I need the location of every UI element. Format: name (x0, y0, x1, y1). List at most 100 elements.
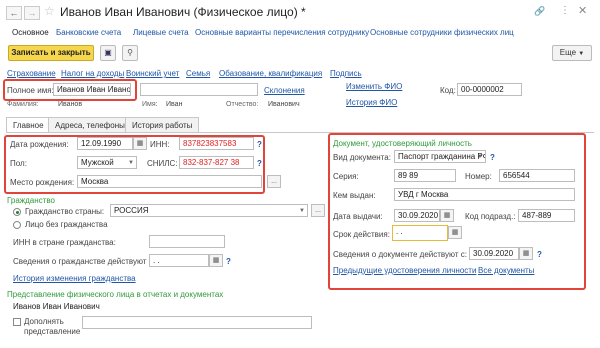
tab-payment-options[interactable]: Основные варианты перечисления сотрудник… (195, 28, 369, 37)
patronymic-value: Иванович (268, 101, 300, 108)
tab-main-employees[interactable]: Основные сотрудники физических лиц (370, 28, 514, 37)
calendar-icon: ▦ (136, 140, 144, 147)
more-actions-button[interactable]: Еще ▼ (552, 45, 592, 61)
series-input[interactable]: 89 89 (394, 169, 456, 182)
snils-help[interactable]: ? (257, 159, 262, 168)
close-button[interactable]: ✕ (578, 4, 587, 17)
issue-date-calendar-button[interactable]: ▦ (440, 209, 454, 222)
full-name-input[interactable]: Иванов Иван Иванович (53, 83, 131, 96)
full-name-field-ext[interactable] (140, 83, 258, 96)
expiry-input[interactable]: . . (392, 225, 448, 241)
citizenship-help[interactable]: ? (226, 257, 231, 266)
inn-foreign-label: ИНН в стране гражданства: (13, 238, 116, 247)
birthplace-select-button[interactable]: ... (267, 175, 281, 188)
inn-foreign-input[interactable] (149, 235, 225, 248)
inn-input[interactable]: 837823837583 (179, 137, 254, 150)
doc-type-select[interactable]: Паспорт гражданина РФ ▼ (394, 150, 486, 163)
birthplace-label: Место рождения: (10, 178, 75, 187)
link-signature[interactable]: Подпись (330, 69, 362, 78)
doc-type-help[interactable]: ? (490, 153, 495, 162)
extend-representation-label-2: представление (24, 327, 81, 336)
division-label: Код подразд.: (465, 212, 516, 221)
link-family[interactable]: Семья (186, 69, 210, 78)
forward-button[interactable]: → (24, 6, 40, 20)
inn-label: ИНН: (150, 140, 170, 149)
sex-label: Пол: (10, 159, 27, 168)
citizenship-title: Гражданство (7, 196, 55, 205)
more-icon: ⋮ (560, 5, 570, 16)
star-icon: ☆ (44, 4, 55, 18)
link-button[interactable]: 🔗 (534, 6, 545, 17)
snils-input[interactable]: 832-837-827 38 (179, 156, 254, 169)
link-education[interactable]: Обазование, квалификация (219, 69, 322, 78)
representation-input[interactable] (82, 316, 312, 329)
birth-date-input[interactable]: 12.09.1990 (77, 137, 133, 150)
tab-main[interactable]: Основное (12, 28, 49, 37)
surname-label: Фамилия: (7, 101, 39, 108)
extend-representation-label-1: Дополнять (24, 317, 64, 326)
name-value: Иван (166, 101, 183, 108)
extend-representation-checkbox[interactable] (13, 318, 21, 326)
arrow-left-icon: ← (9, 8, 19, 18)
more-button[interactable]: ⋮ (560, 5, 570, 16)
division-input[interactable]: 487-889 (518, 209, 575, 222)
code-label: Код: (440, 86, 456, 95)
link-military[interactable]: Воинский учет (126, 69, 179, 78)
favorite-button[interactable]: ☆ (44, 4, 55, 18)
citizenship-valid-input[interactable]: . . (149, 254, 209, 267)
page-title: Иванов Иван Иванович (Физическое лицо) * (60, 5, 306, 19)
birth-date-label: Дата рождения: (10, 140, 69, 149)
close-icon: ✕ (578, 5, 588, 17)
form-tab-main[interactable]: Главное (6, 117, 51, 132)
expiry-calendar-button[interactable]: ▦ (448, 226, 462, 239)
doc-valid-help[interactable]: ? (537, 250, 542, 259)
calendar-button[interactable]: ▦ (133, 137, 147, 150)
citizenship-country-radio[interactable] (13, 208, 21, 216)
code-input[interactable]: 00-0000002 (457, 83, 522, 96)
name-label: Имя: (142, 101, 158, 108)
link-insurance[interactable]: Страхование (7, 69, 56, 78)
series-label: Серия: (333, 172, 359, 181)
form-tab-work-history[interactable]: История работы (125, 117, 200, 132)
full-name-label: Полное имя: (7, 86, 54, 95)
doc-valid-calendar-button[interactable]: ▦ (519, 247, 533, 260)
citizenship-select-button[interactable]: ... (311, 204, 325, 217)
citizenship-history-link[interactable]: История изменения гражданства (13, 274, 136, 283)
stateless-radio[interactable] (13, 221, 21, 229)
issue-date-input[interactable]: 30.09.2020 (394, 209, 440, 222)
attach-button[interactable]: ⚲ (122, 45, 138, 61)
link-icon: 🔗 (534, 6, 546, 16)
save-close-button[interactable]: Записать и закрыть (8, 45, 94, 61)
snils-label: СНИЛС: (147, 159, 178, 168)
back-button[interactable]: ← (6, 6, 22, 20)
inn-help[interactable]: ? (257, 140, 262, 149)
issuer-input[interactable]: УВД г Москва (394, 188, 575, 201)
prev-docs-link[interactable]: Предыдущие удостоверения личности (333, 266, 476, 275)
link-income-tax[interactable]: Налог на доходы (61, 69, 124, 78)
doc-type-value: Паспорт гражданина РФ (398, 152, 486, 161)
declension-link[interactable]: Склонения (264, 86, 305, 95)
dropdown-arrow-icon: ▼ (128, 160, 134, 166)
birthplace-input[interactable]: Москва (77, 175, 262, 188)
doc-valid-label: Сведения о документе действуют с: (333, 250, 467, 259)
citizenship-country-label: Гражданство страны: (25, 207, 105, 216)
history-fio-link[interactable]: История ФИО (346, 98, 397, 107)
change-fio-link[interactable]: Изменить ФИО (346, 82, 402, 91)
citizenship-calendar-button[interactable]: ▦ (209, 254, 223, 267)
dropdown-arrow-icon: ▼ (477, 154, 483, 160)
save-button[interactable]: ▣ (100, 45, 116, 61)
floppy-icon: ▣ (104, 48, 112, 57)
doc-valid-input[interactable]: 30.09.2020 (469, 247, 519, 260)
form-tab-addresses[interactable]: Адреса, телефоны (48, 117, 132, 132)
dropdown-arrow-icon: ▼ (299, 208, 305, 214)
arrow-right-icon: → (27, 8, 37, 18)
tab-personal-accounts[interactable]: Лицевые счета (133, 28, 189, 37)
sex-select-value: Мужской (81, 158, 114, 167)
top-tabs: Основное Банковские счета Лицевые счета … (0, 26, 600, 40)
sex-select[interactable]: Мужской ▼ (77, 156, 137, 169)
number-input[interactable]: 656544 (499, 169, 575, 182)
tab-bank-accounts[interactable]: Банковские счета (56, 28, 121, 37)
citizenship-country-select[interactable]: РОССИЯ ▼ (110, 204, 308, 217)
all-docs-link[interactable]: Все документы (478, 266, 534, 275)
title-bar: ← → ☆ Иванов Иван Иванович (Физическое л… (0, 0, 600, 26)
